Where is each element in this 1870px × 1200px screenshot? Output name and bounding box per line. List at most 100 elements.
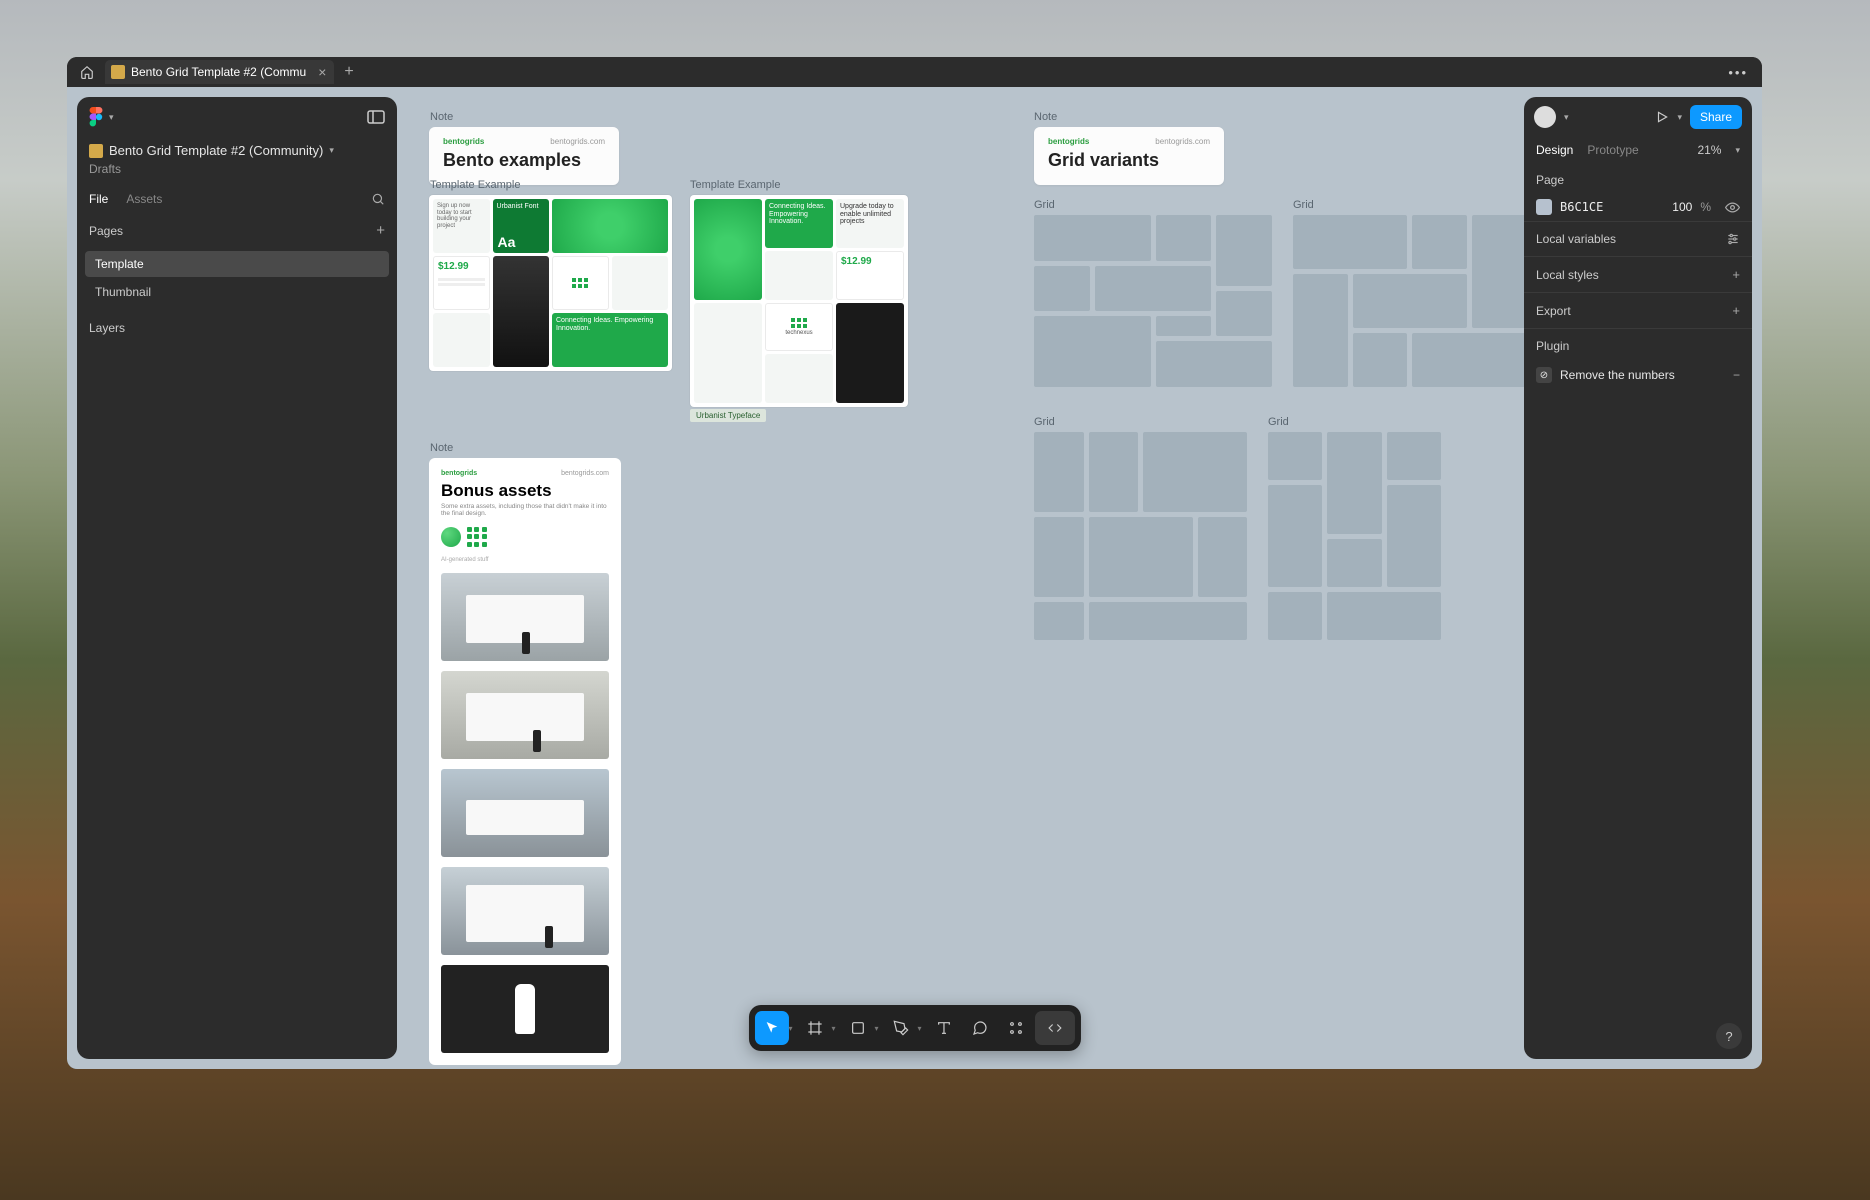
visibility-toggle-icon[interactable] — [1725, 200, 1740, 215]
add-page-button[interactable]: + — [376, 222, 385, 239]
note-site: bentogrids.com — [561, 470, 609, 477]
bonus-assets-card[interactable]: bentogridsbentogrids.com Bonus assets So… — [429, 458, 621, 1065]
left-panel: ▾ Bento Grid Template #2 (Community) ▾ D… — [77, 97, 397, 1059]
note-card-bento-examples[interactable]: bentogrids bentogrids.com Bento examples — [429, 127, 619, 185]
app-body: ▾ Bento Grid Template #2 (Community) ▾ D… — [67, 87, 1762, 1069]
file-title-row[interactable]: Bento Grid Template #2 (Community) ▾ — [89, 143, 385, 158]
chevron-down-icon[interactable]: ▾ — [1677, 112, 1682, 123]
drafts-label[interactable]: Drafts — [89, 162, 385, 176]
local-variables-row[interactable]: Local variables — [1524, 221, 1752, 256]
actions-tool[interactable] — [999, 1011, 1033, 1045]
page-section-header: Page — [1524, 163, 1752, 193]
grid-dots-icon — [467, 527, 487, 547]
new-tab-button[interactable]: + — [344, 63, 353, 81]
chevron-down-icon[interactable]: ▾ — [1735, 145, 1740, 156]
export-row[interactable]: Export + — [1524, 292, 1752, 328]
local-styles-row[interactable]: Local styles + — [1524, 256, 1752, 292]
page-item-thumbnail[interactable]: Thumbnail — [85, 279, 389, 305]
note-site: bentogrids.com — [1155, 137, 1210, 146]
plus-icon[interactable]: + — [1732, 303, 1740, 318]
frame-label[interactable]: Grid — [1268, 416, 1289, 428]
frame-label[interactable]: Grid — [1034, 416, 1055, 428]
note-card-grid-variants[interactable]: bentogrids bentogrids.com Grid variants — [1034, 127, 1224, 185]
chevron-down-icon[interactable]: ▾ — [788, 1024, 792, 1033]
frame-label[interactable]: Template Example — [430, 179, 521, 191]
frame-label[interactable]: Grid — [1034, 199, 1055, 211]
frame-label[interactable]: Note — [1034, 111, 1057, 123]
chevron-down-icon: ▾ — [329, 145, 334, 156]
color-swatch[interactable] — [1536, 199, 1552, 215]
bento-preview-2[interactable]: Connecting Ideas. Empowering Innovation.… — [690, 195, 908, 407]
help-button[interactable]: ? — [1716, 1023, 1742, 1049]
figma-logo-icon[interactable] — [89, 107, 105, 127]
note-title: Grid variants — [1048, 150, 1210, 171]
shape-tool[interactable] — [841, 1011, 875, 1045]
present-button[interactable] — [1655, 110, 1669, 124]
layers-header: Layers — [77, 307, 397, 349]
plugin-section-header: Plugin — [1524, 328, 1752, 359]
dev-mode-toggle[interactable] — [1035, 1011, 1075, 1045]
frame-tool[interactable] — [797, 1011, 831, 1045]
bottle-icon — [515, 984, 535, 1034]
pen-tool[interactable] — [884, 1011, 918, 1045]
tab-design[interactable]: Design — [1536, 143, 1573, 157]
bonus-title: Bonus assets — [441, 481, 609, 501]
frame-label[interactable]: Template Example — [690, 179, 781, 191]
chevron-down-icon[interactable]: ▾ — [831, 1024, 835, 1033]
chevron-down-icon[interactable]: ▾ — [875, 1024, 879, 1033]
file-thumb-icon — [89, 144, 103, 158]
grid-variant-4[interactable] — [1268, 432, 1441, 640]
typeface-chip: Urbanist Typeface — [690, 409, 766, 422]
chevron-down-icon[interactable]: ▾ — [1564, 112, 1569, 123]
mockup-image — [441, 671, 609, 759]
frame-label[interactable]: Grid — [1293, 199, 1314, 211]
grid-variant-1[interactable] — [1034, 215, 1272, 387]
note-site: bentogrids.com — [550, 137, 605, 146]
bento-preview-1[interactable]: Sign up now today to start building your… — [429, 195, 672, 371]
minus-icon[interactable]: − — [1733, 368, 1740, 382]
settings-sliders-icon[interactable] — [1726, 232, 1740, 246]
mockup-image — [441, 769, 609, 857]
tab-label: Bento Grid Template #2 (Commu — [131, 65, 306, 79]
note-title: Bento examples — [443, 150, 605, 171]
tab-file[interactable]: File — [89, 192, 108, 206]
frame-label[interactable]: Note — [430, 111, 453, 123]
right-panel: ▾ ▾ Share Design Prototype 21% ▾ Page B6… — [1524, 97, 1752, 1059]
frame-label[interactable]: Note — [430, 442, 453, 454]
home-button[interactable] — [73, 61, 101, 83]
document-tab[interactable]: Bento Grid Template #2 (Commu × — [105, 60, 334, 84]
plus-icon[interactable]: + — [1732, 267, 1740, 282]
note-brand: bentogrids — [1048, 137, 1089, 146]
grid-variant-2[interactable] — [1293, 215, 1526, 387]
tab-prototype[interactable]: Prototype — [1587, 143, 1638, 157]
page-item-template[interactable]: Template — [85, 251, 389, 277]
tab-assets[interactable]: Assets — [126, 192, 162, 206]
sphere-icon — [441, 527, 461, 547]
search-icon[interactable] — [371, 192, 385, 206]
user-avatar[interactable] — [1534, 106, 1556, 128]
share-button[interactable]: Share — [1690, 105, 1742, 129]
chevron-down-icon[interactable]: ▾ — [109, 112, 114, 123]
zoom-value[interactable]: 21% — [1697, 143, 1721, 157]
panel-toggle-icon[interactable] — [367, 110, 385, 124]
toolbar: ▾ ▾ ▾ ▾ — [748, 1005, 1080, 1051]
comment-tool[interactable] — [963, 1011, 997, 1045]
titlebar: Bento Grid Template #2 (Commu × + ••• — [67, 57, 1762, 87]
note-brand: bentogrids — [443, 137, 484, 146]
bonus-tiny: AI-generated stuff — [441, 557, 609, 563]
move-tool[interactable] — [754, 1011, 788, 1045]
percent-label: % — [1700, 200, 1711, 214]
canvas[interactable]: Note bentogrids bentogrids.com Bento exam… — [407, 87, 1532, 1069]
plugin-icon: ⊘ — [1536, 367, 1552, 383]
overflow-menu-button[interactable]: ••• — [1728, 65, 1748, 80]
chevron-down-icon[interactable]: ▾ — [918, 1024, 922, 1033]
page-color-row[interactable]: B6C1CE 100 % — [1524, 193, 1752, 221]
app-window: Bento Grid Template #2 (Commu × + ••• ▾ — [67, 57, 1762, 1069]
page-color-opacity[interactable]: 100 — [1672, 200, 1692, 214]
grid-variant-3[interactable] — [1034, 432, 1247, 640]
text-tool[interactable] — [927, 1011, 961, 1045]
mockup-image — [441, 965, 609, 1053]
plugin-row[interactable]: ⊘ Remove the numbers − — [1524, 359, 1752, 391]
page-color-hex[interactable]: B6C1CE — [1560, 200, 1664, 214]
tab-close-button[interactable]: × — [318, 64, 326, 80]
